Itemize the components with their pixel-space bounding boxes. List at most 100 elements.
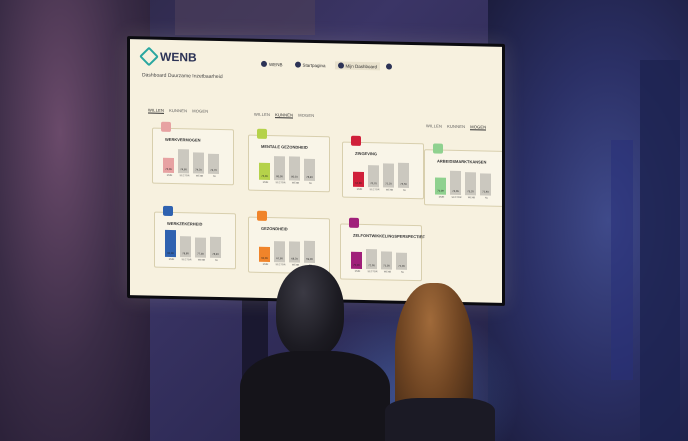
page-subtitle: Dashboard Duurzame Inzetbaarheid bbox=[142, 72, 223, 81]
bar: 70,70 SECTOR bbox=[368, 164, 380, 192]
bar: 72,20 WENB bbox=[383, 163, 394, 192]
card-bars: 70,09 MIJN 74,06 SECTOR 73,20 WENB 71,40 NL bbox=[435, 162, 495, 200]
window-frame-inner bbox=[611, 140, 633, 380]
bar-value: 71,40 bbox=[482, 190, 489, 194]
user-label: WENB bbox=[269, 61, 283, 67]
tab-willen[interactable]: WILLEN bbox=[426, 123, 442, 129]
bar-value: 71,00 bbox=[398, 264, 405, 268]
bar-value: 70,09 bbox=[437, 189, 444, 193]
bar-label: WENB bbox=[197, 258, 206, 262]
kpi-card[interactable]: ZINGEVING 62,80 MIJN 70,70 SECTOR 72,20 WENB 73… bbox=[342, 135, 424, 200]
kpi-card[interactable]: ARBEIDSMARKTKANSEN 70,09 MIJN 74,06 SECTOR 73… bbox=[424, 143, 502, 207]
bar-label: NL bbox=[400, 270, 405, 274]
card-bars: 62,80 MIJN 70,70 SECTOR 72,20 WENB 73,50 NL bbox=[353, 155, 413, 192]
bar: 76,00 MIJN bbox=[259, 163, 270, 184]
bar-value: 78,80 bbox=[182, 252, 189, 256]
nav-dashboard-label: Mijn Dashboard bbox=[345, 63, 378, 69]
user-icon bbox=[261, 60, 267, 67]
bar-value: 74,20 bbox=[195, 168, 202, 172]
bar-value: 74,90 bbox=[180, 168, 187, 172]
woman-body bbox=[385, 398, 495, 441]
bar-label: SECTOR bbox=[369, 188, 380, 192]
top-nav: WENB Startpagina Mijn Dashboard bbox=[258, 60, 393, 71]
tabs-group-1: WILLEN KUNNEN MOGEN bbox=[148, 107, 208, 114]
bar-label: NL bbox=[484, 196, 489, 200]
bar: 70,09 MIJN bbox=[435, 177, 446, 199]
bar-label: MIJN bbox=[168, 257, 175, 262]
bar-value: 69,00 bbox=[306, 257, 313, 261]
bar-value: 72,20 bbox=[385, 182, 392, 186]
bar-value: 80,00 bbox=[276, 175, 283, 179]
card-bars: 90,00 MIJN 78,80 SECTOR 77,30 WENB 78,40 NL bbox=[165, 225, 225, 262]
bar: 74,70 NL bbox=[208, 154, 219, 178]
man-silhouette bbox=[240, 265, 390, 441]
tab-kunnen[interactable]: KUNNEN bbox=[275, 112, 294, 119]
bar: 78,40 NL bbox=[304, 158, 315, 185]
bar: 80,00 SECTOR bbox=[274, 156, 285, 184]
nav-dashboard[interactable]: Mijn Dashboard bbox=[334, 61, 381, 71]
bar-label: WENB bbox=[385, 188, 394, 192]
card-bars: 60,00MIJN 67,90SECTOR 68,20WENB 69,00NL bbox=[259, 230, 319, 267]
bar-label: WENB bbox=[195, 174, 204, 178]
bar-label: MIJN bbox=[356, 187, 363, 191]
bar: 62,80 MIJN bbox=[353, 171, 364, 191]
bar: 73,50 NL bbox=[398, 162, 409, 192]
bar: 78,40 NL bbox=[210, 236, 221, 262]
woman-silhouette bbox=[385, 283, 495, 441]
bar-value: 60,00 bbox=[261, 256, 268, 260]
tabs-group-3: WILLEN KUNNEN MOGEN bbox=[426, 123, 487, 131]
bar-label: MIJN bbox=[166, 173, 173, 177]
kpi-card[interactable]: WERKZEKERHEID 90,00 MIJN 78,80 SECTOR 77,30 WE… bbox=[154, 205, 236, 270]
brand-logo: WENB bbox=[139, 46, 197, 67]
bar: 71,40 NL bbox=[480, 173, 491, 200]
card-icon bbox=[257, 210, 267, 221]
bar: 60,00 MIJN bbox=[259, 246, 270, 266]
man-body bbox=[240, 351, 390, 441]
bar-label: SECTOR bbox=[275, 181, 286, 185]
card-icon bbox=[433, 143, 443, 154]
card-icon bbox=[351, 135, 361, 146]
bar: 67,90 SECTOR bbox=[274, 241, 285, 266]
card-bars: 76,00 MIJN 80,00 SECTOR 80,10 WENB 78,40 NL bbox=[259, 148, 319, 185]
bar-value: 78,40 bbox=[306, 175, 313, 179]
dashboard-screen: WENB Dashboard Duurzame Inzetbaarheid WE… bbox=[130, 39, 502, 303]
bar-label: SECTOR bbox=[179, 174, 190, 178]
bar-value: 73,20 bbox=[467, 190, 474, 194]
bar: 80,10 WENB bbox=[289, 156, 300, 185]
bar: 74,20 WENB bbox=[193, 152, 204, 178]
card-icon bbox=[349, 217, 359, 228]
tab-kunnen[interactable]: KUNNEN bbox=[169, 108, 187, 114]
user-menu[interactable]: WENB bbox=[258, 60, 286, 69]
bar-label: NL bbox=[402, 188, 407, 192]
bar-value: 74,70 bbox=[210, 168, 217, 172]
kpi-card[interactable]: WERKVERMOGEN 73,09 MIJN 74,90 SECTOR 74,20 WEN… bbox=[152, 121, 234, 186]
bar: 77,30 WENB bbox=[195, 237, 206, 262]
tab-willen[interactable]: WILLEN bbox=[148, 107, 165, 114]
tab-willen[interactable]: WILLEN bbox=[254, 112, 270, 118]
tab-mogen[interactable]: MOGEN bbox=[192, 108, 208, 114]
window-frame bbox=[640, 60, 680, 441]
logo-icon bbox=[139, 46, 159, 67]
kpi-card[interactable]: MENTALE GEZONDHEID 76,00 MIJN 80,00 SECTOR 80… bbox=[248, 128, 330, 193]
bar-value: 67,90 bbox=[276, 257, 283, 261]
tab-mogen[interactable]: MOGEN bbox=[470, 124, 487, 131]
bar-value: 73,50 bbox=[400, 182, 407, 186]
settings-icon[interactable] bbox=[386, 63, 393, 70]
tab-mogen[interactable]: MOGEN bbox=[298, 113, 314, 119]
tab-kunnen[interactable]: KUNNEN bbox=[447, 124, 465, 130]
bar-value: 76,00 bbox=[261, 174, 268, 178]
bar: 78,80 SECTOR bbox=[180, 236, 191, 261]
nav-home[interactable]: Startpagina bbox=[292, 60, 329, 69]
bar: 74,90 SECTOR bbox=[178, 149, 189, 177]
man-head bbox=[276, 265, 344, 357]
brand-name: WENB bbox=[160, 49, 197, 65]
bar-value: 70,70 bbox=[370, 182, 377, 186]
bar-value: 90,00 bbox=[167, 251, 174, 256]
bar-label: NL bbox=[308, 181, 313, 185]
bar-value: 74,06 bbox=[452, 189, 459, 193]
card-bars: 73,09 MIJN 74,90 SECTOR 74,20 WENB 74,70 NL bbox=[163, 141, 223, 178]
bar: 68,20 WENB bbox=[289, 241, 300, 267]
bar: 69,00NL bbox=[304, 240, 315, 267]
bar: 73,20 WENB bbox=[465, 172, 476, 199]
bar: 73,09 MIJN bbox=[163, 157, 174, 177]
